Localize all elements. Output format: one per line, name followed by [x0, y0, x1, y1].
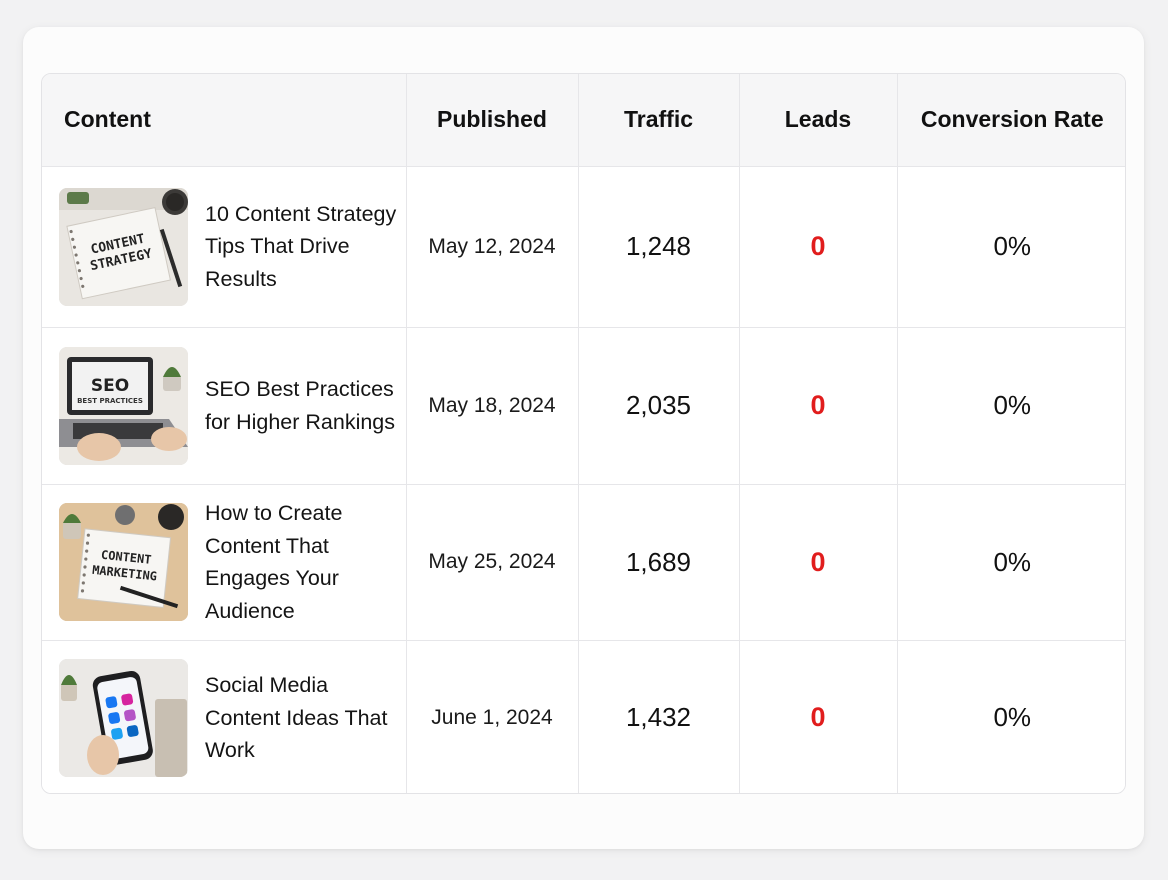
header-content[interactable]: Content	[42, 74, 407, 167]
leads-value: 0	[810, 702, 826, 733]
traffic-value: 1,432	[625, 702, 692, 733]
svg-text:SEO: SEO	[91, 376, 129, 396]
conversion-rate-value: 0%	[993, 702, 1032, 733]
content-title[interactable]: Social Media Content Ideas That Work	[205, 669, 400, 767]
header-leads[interactable]: Leads	[739, 74, 898, 167]
content-cell: CONTENT STRATEGY 10 Content Strategy Tip…	[42, 166, 407, 328]
content-thumbnail-image[interactable]	[59, 658, 188, 777]
traffic-value: 1,689	[625, 546, 692, 577]
laptop-image: SEO BEST PRACTICES	[59, 346, 188, 465]
header-conversion-rate[interactable]: Conversion Rate	[897, 74, 1125, 167]
content-thumbnail-image[interactable]: CONTENT STRATEGY	[59, 187, 188, 306]
content-title[interactable]: SEO Best Practices for Higher Rankings	[205, 373, 400, 438]
header-traffic[interactable]: Traffic	[578, 74, 740, 167]
published-cell: June 1, 2024	[406, 640, 579, 793]
traffic-cell: 1,689	[578, 484, 740, 641]
published-date: May 25, 2024	[428, 550, 556, 573]
leads-value: 0	[810, 546, 826, 577]
notebook-image: CONTENT STRATEGY	[59, 187, 188, 306]
conversion-rate-cell: 0%	[897, 640, 1125, 793]
header-published[interactable]: Published	[406, 74, 579, 167]
content-performance-table: Content Published Traffic Leads Conversi…	[42, 74, 1125, 793]
leads-value: 0	[810, 231, 826, 261]
content-thumbnail-image[interactable]: SEO BEST PRACTICES	[59, 346, 188, 465]
traffic-value: 1,248	[625, 231, 692, 261]
published-date: May 18, 2024	[428, 393, 556, 417]
header-row: Content Published Traffic Leads Conversi…	[42, 74, 1125, 167]
leads-value: 0	[810, 390, 826, 420]
published-cell: May 18, 2024	[406, 327, 579, 485]
table-body: CONTENT STRATEGY 10 Content Strategy Tip…	[42, 166, 1125, 793]
smartphone-image	[59, 658, 188, 777]
conversion-rate-value: 0%	[993, 546, 1032, 577]
svg-text:BEST PRACTICES: BEST PRACTICES	[77, 397, 143, 405]
published-cell: May 12, 2024	[406, 166, 579, 328]
conversion-rate-cell: 0%	[897, 327, 1125, 485]
notebook-image: CONTENT MARKETING	[59, 503, 188, 621]
conversion-rate-cell: 0%	[897, 166, 1125, 328]
leads-cell: 0	[739, 166, 898, 328]
table-row[interactable]: SEO BEST PRACTICES SEO Best Practices fo…	[42, 327, 1125, 485]
conversion-rate-cell: 0%	[897, 484, 1125, 641]
content-title[interactable]: How to Create Content That Engages Your …	[205, 497, 400, 627]
conversion-rate-value: 0%	[993, 231, 1032, 261]
traffic-cell: 2,035	[578, 327, 740, 485]
conversion-rate-value: 0%	[993, 390, 1032, 420]
traffic-value: 2,035	[625, 390, 692, 420]
content-cell: Social Media Content Ideas That Work	[42, 640, 407, 793]
traffic-cell: 1,432	[578, 640, 740, 793]
leads-cell: 0	[739, 484, 898, 641]
table-row[interactable]: Social Media Content Ideas That Work Jun…	[42, 640, 1125, 793]
leads-cell: 0	[739, 327, 898, 485]
content-cell: SEO BEST PRACTICES SEO Best Practices fo…	[42, 327, 407, 485]
content-thumbnail-image[interactable]: CONTENT MARKETING	[59, 503, 188, 621]
published-cell: May 25, 2024	[406, 484, 579, 641]
leads-cell: 0	[739, 640, 898, 793]
content-title[interactable]: 10 Content Strategy Tips That Drive Resu…	[205, 198, 400, 296]
content-table-container: Content Published Traffic Leads Conversi…	[41, 73, 1126, 794]
content-performance-card: Content Published Traffic Leads Conversi…	[23, 27, 1144, 849]
published-date: May 12, 2024	[428, 234, 556, 258]
traffic-cell: 1,248	[578, 166, 740, 328]
table-row[interactable]: CONTENT MARKETING How to Create Content …	[42, 484, 1125, 641]
table-row[interactable]: CONTENT STRATEGY 10 Content Strategy Tip…	[42, 166, 1125, 328]
content-cell: CONTENT MARKETING How to Create Content …	[42, 484, 407, 641]
table-header: Content Published Traffic Leads Conversi…	[42, 74, 1125, 167]
published-date: June 1, 2024	[431, 705, 553, 729]
